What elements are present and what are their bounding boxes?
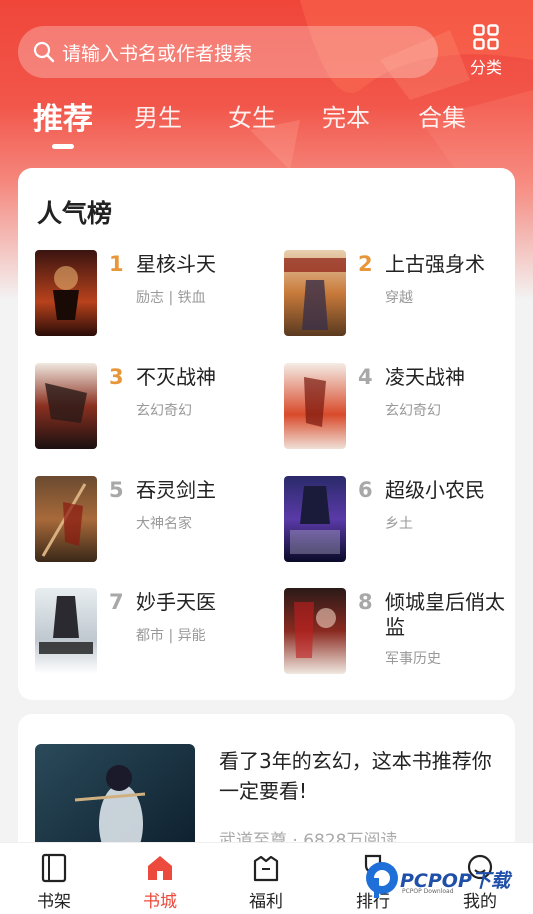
book-cover[interactable]	[35, 476, 97, 562]
book-cover[interactable]	[284, 588, 346, 674]
tab-indicator	[52, 144, 74, 149]
book-cover[interactable]	[35, 363, 97, 449]
book-title: 上古强身术	[385, 252, 485, 276]
category-button[interactable]: 分类	[462, 24, 510, 82]
rank-number: 7	[109, 590, 124, 614]
book-title: 不灭战神	[136, 365, 216, 389]
book-tags: 励志 | 铁血	[136, 290, 206, 306]
bookshelf-icon	[41, 853, 67, 883]
section-title: 人气榜	[37, 199, 113, 228]
book-tags: 都市 | 异能	[136, 628, 206, 644]
rank-number: 8	[358, 590, 373, 614]
search-bar[interactable]: 请输入书名或作者搜索	[18, 26, 438, 78]
gift-icon	[253, 855, 279, 882]
grid-icon	[473, 24, 499, 50]
book-cover[interactable]	[35, 250, 97, 336]
watermark-logo-icon	[366, 862, 398, 898]
book-item[interactable]: 5 吞灵剑主 大神名家	[35, 476, 271, 566]
channel-tabs: 推荐 男生 女生 完本 合集	[0, 98, 533, 154]
book-title: 凌天战神	[385, 365, 465, 389]
book-item[interactable]: 1 星核斗天 励志 | 铁血	[35, 250, 271, 340]
book-tags: 玄幻奇幻	[136, 403, 192, 419]
nav-label: 书架	[37, 892, 71, 912]
store-icon	[148, 856, 172, 880]
search-placeholder: 请输入书名或作者搜索	[62, 42, 253, 65]
book-item[interactable]: 3 不灭战神 玄幻奇幻	[35, 363, 271, 453]
book-title: 倾城皇后俏太监	[385, 590, 505, 639]
tab-completed[interactable]: 完本	[322, 98, 370, 133]
book-cover[interactable]	[284, 476, 346, 562]
popular-ranking-card: 人气榜 1 星核斗天 励志 | 铁血 2 上古强身术 穿越 3 不灭战神 玄幻奇…	[18, 168, 515, 700]
book-title: 妙手天医	[136, 590, 216, 614]
tab-collection[interactable]: 合集	[418, 98, 466, 133]
nav-bookshelf[interactable]: 书架	[14, 843, 94, 914]
book-tags: 乡土	[385, 516, 413, 532]
book-tags: 军事历史	[385, 651, 441, 667]
tab-male[interactable]: 男生	[134, 98, 182, 133]
nav-welfare[interactable]: 福利	[226, 843, 306, 914]
tab-female[interactable]: 女生	[228, 98, 276, 133]
book-title: 吞灵剑主	[136, 478, 216, 502]
rank-number: 6	[358, 478, 373, 502]
watermark: PCPOP下载 PCPOP Download	[362, 852, 532, 908]
watermark-subtext: PCPOP Download	[402, 888, 454, 895]
book-item[interactable]: 2 上古强身术 穿越	[284, 250, 520, 340]
book-cover[interactable]	[284, 363, 346, 449]
nav-label: 书城	[143, 892, 177, 912]
book-tags: 大神名家	[136, 516, 192, 532]
nav-store[interactable]: 书城	[120, 843, 200, 914]
rank-number: 3	[109, 365, 124, 389]
book-item[interactable]: 4 凌天战神 玄幻奇幻	[284, 363, 520, 453]
rank-number: 4	[358, 365, 373, 389]
book-item[interactable]: 6 超级小农民 乡土	[284, 476, 520, 566]
tab-recommend[interactable]: 推荐	[33, 94, 93, 138]
nav-label: 福利	[249, 892, 283, 912]
recommend-headline: 看了3年的玄幻，这本书推荐你一定要看!	[219, 749, 492, 803]
rank-number: 2	[358, 252, 373, 276]
book-cover[interactable]	[284, 250, 346, 336]
rank-number: 5	[109, 478, 124, 502]
book-item[interactable]: 8 倾城皇后俏太监 军事历史	[284, 588, 520, 678]
category-label: 分类	[469, 58, 502, 77]
book-tags: 玄幻奇幻	[385, 403, 441, 419]
search-icon	[33, 41, 55, 63]
book-item[interactable]: 7 妙手天医 都市 | 异能	[35, 588, 271, 678]
book-title: 超级小农民	[385, 478, 485, 502]
rank-number: 1	[109, 252, 124, 276]
book-tags: 穿越	[385, 290, 413, 306]
book-cover[interactable]	[35, 588, 97, 674]
book-title: 星核斗天	[136, 252, 216, 276]
